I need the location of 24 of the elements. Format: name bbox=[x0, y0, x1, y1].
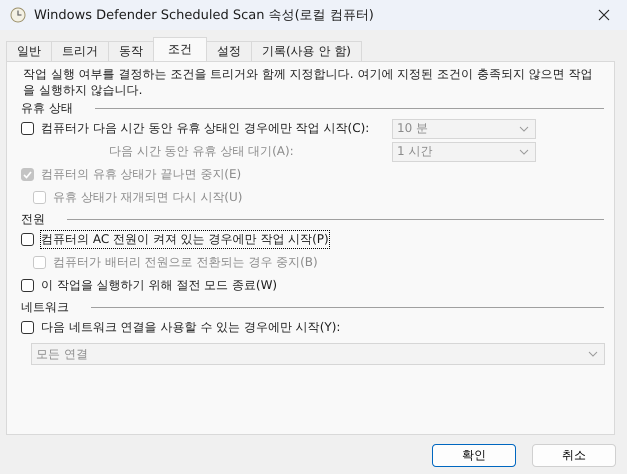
checkbox[interactable] bbox=[21, 321, 34, 334]
caret-icon bbox=[519, 126, 529, 132]
caret-icon bbox=[588, 351, 598, 357]
caret-icon bbox=[519, 148, 529, 154]
close-icon[interactable] bbox=[598, 9, 610, 21]
checkbox[interactable] bbox=[21, 233, 34, 246]
group-title: 전원 bbox=[21, 211, 45, 228]
description: 작업 실행 여부를 결정하는 조건을 트리거와 함께 지정합니다. 여기에 지정된 조건이 충족되지 않으면 작업을 실행하지 않습니다. bbox=[23, 66, 594, 98]
group-title: 유휴 상태 bbox=[21, 100, 73, 117]
tab[interactable]: 일반 bbox=[6, 41, 52, 61]
checkbox-label[interactable]: 컴퓨터가 다음 시간 동안 유휴 상태인 경우에만 작업 시작(C): bbox=[41, 120, 370, 137]
dialog-button[interactable]: 확인 bbox=[432, 444, 516, 467]
window-title: Windows Defender Scheduled Scan 속성(로컬 컴퓨터) bbox=[34, 7, 375, 24]
field-label: 다음 시간 동안 유휴 상태 대기(A): bbox=[109, 143, 294, 160]
clock-icon bbox=[10, 7, 26, 23]
checkbox-label[interactable]: 컴퓨터의 AC 전원이 켜져 있는 경우에만 작업 시작(P) bbox=[41, 231, 329, 248]
group-title: 네트워크 bbox=[21, 299, 69, 316]
dialog-button[interactable]: 취소 bbox=[532, 444, 616, 467]
tab[interactable]: 기록(사용 안 함) bbox=[251, 41, 362, 61]
tab[interactable]: 조건 bbox=[153, 37, 207, 61]
checkbox-label[interactable]: 다음 네트워크 연결을 사용할 수 있는 경우에만 시작(Y): bbox=[41, 319, 340, 336]
checkbox[interactable] bbox=[21, 122, 34, 135]
checkbox-label[interactable]: 이 작업을 실행하기 위해 절전 모드 종료(W) bbox=[41, 277, 278, 294]
checkbox[interactable] bbox=[21, 279, 34, 292]
